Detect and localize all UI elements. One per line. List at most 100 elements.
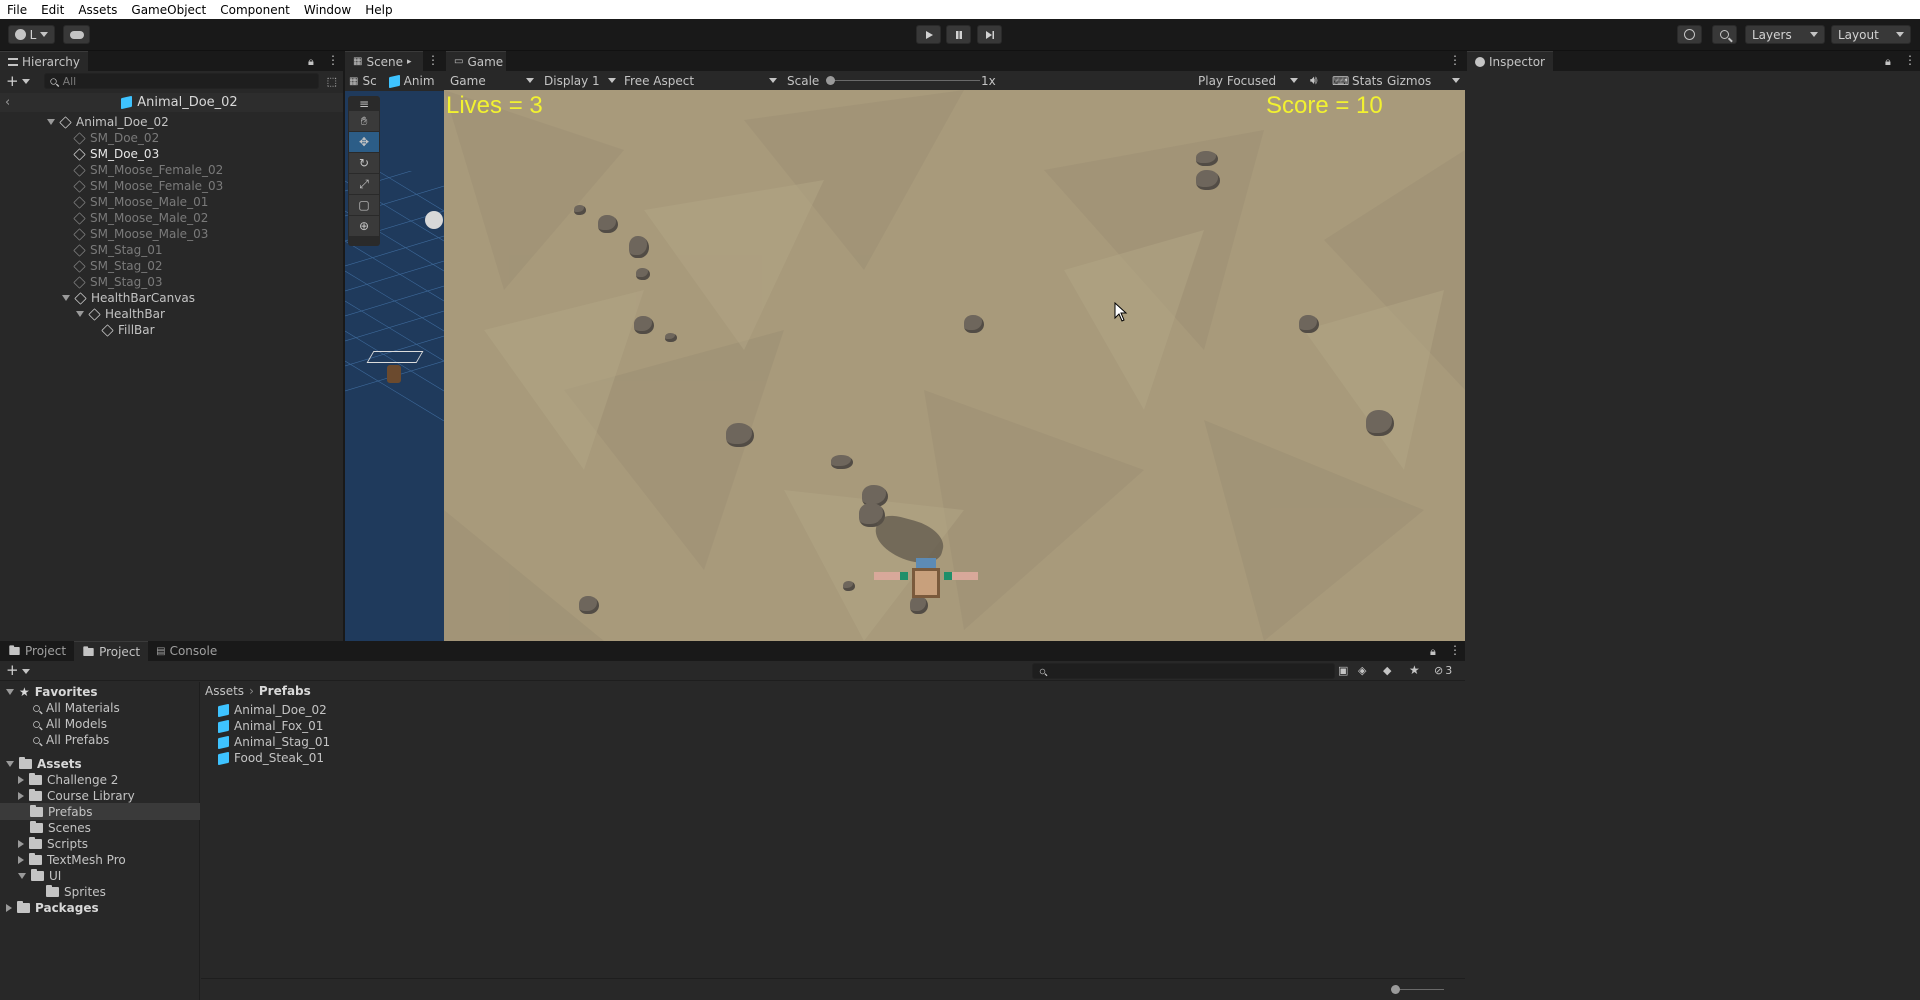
tab-game[interactable]: ▭ Game — [446, 51, 506, 71]
hierarchy-search-input[interactable]: All — [43, 73, 319, 89]
menu-edit[interactable]: Edit — [34, 3, 71, 17]
tree-item-sm-doe-02[interactable]: SM_Doe_02 — [73, 130, 159, 146]
favorite-all-prefabs[interactable]: All Prefabs — [32, 732, 109, 748]
favorite-all-materials[interactable]: All Materials — [32, 700, 120, 716]
lock-icon[interactable]: 🔒︎ — [1885, 55, 1891, 69]
keyboard-shortcuts-button[interactable]: ⌨︎ — [1332, 71, 1349, 90]
favorite-star-icon[interactable]: ★ — [1409, 663, 1420, 677]
expand-arrow-icon[interactable] — [6, 904, 12, 912]
folder-textmesh-pro[interactable]: TextMesh Pro — [18, 852, 126, 868]
more-options-icon[interactable]: ⋮ — [1449, 643, 1461, 657]
gizmos-dropdown[interactable] — [1452, 71, 1460, 90]
move-tool-button[interactable]: ✥ — [349, 132, 379, 152]
icon-size-slider-thumb[interactable] — [1391, 985, 1400, 994]
folder-sprites[interactable]: Sprites — [46, 884, 106, 900]
scale-slider-track[interactable] — [830, 80, 980, 81]
tab-hierarchy[interactable]: Hierarchy — [0, 51, 89, 71]
overflow-arrow-icon[interactable]: ▸ — [407, 57, 412, 67]
account-dropdown[interactable]: L — [8, 25, 55, 44]
pause-button[interactable] — [946, 25, 971, 44]
tree-item-animal-doe-02[interactable]: Animal_Doe_02 — [47, 114, 169, 130]
tab-console[interactable]: ▤ Console — [148, 641, 226, 661]
play-mode-select[interactable]: Play Focused — [1198, 71, 1298, 90]
tree-item-sm-moose-male-03[interactable]: SM_Moose_Male_03 — [73, 226, 208, 242]
scene-tools-icon[interactable]: ▦ — [349, 76, 358, 87]
tree-item-healthbar-canvas[interactable]: HealthBarCanvas — [62, 290, 195, 306]
asset-item-animal-stag-01[interactable]: Animal_Stag_01 — [218, 734, 330, 750]
tab-inspector[interactable]: Inspector — [1467, 51, 1553, 71]
scale-tool-button[interactable]: ⤢ — [349, 174, 379, 194]
step-button[interactable] — [977, 25, 1002, 44]
lock-icon[interactable]: 🔒︎ — [308, 55, 314, 69]
transform-tool-button[interactable]: ⊕ — [349, 216, 379, 236]
hand-tool-button[interactable]: ✋︎ — [349, 111, 379, 131]
scene-gizmo[interactable] — [425, 211, 443, 229]
expand-arrow-icon[interactable] — [18, 776, 24, 784]
favorites-header[interactable]: ★ Favorites — [6, 684, 97, 700]
menu-help[interactable]: Help — [358, 3, 399, 17]
scene-visibility-icon[interactable]: ⬚ — [327, 75, 337, 88]
layout-dropdown[interactable]: Layout — [1831, 25, 1911, 44]
expand-arrow-icon[interactable] — [18, 840, 24, 848]
menu-window[interactable]: Window — [297, 3, 358, 17]
tab-scene[interactable]: ▦ Scene ▸ — [345, 51, 423, 71]
expand-arrow-icon[interactable] — [6, 761, 14, 767]
asset-item-animal-fox-01[interactable]: Animal_Fox_01 — [218, 718, 323, 734]
play-button[interactable] — [916, 25, 941, 44]
tree-item-sm-moose-female-03[interactable]: SM_Moose_Female_03 — [73, 178, 223, 194]
menu-component[interactable]: Component — [213, 3, 297, 17]
expand-arrow-icon[interactable] — [18, 856, 24, 864]
create-asset-icon[interactable]: + — [6, 661, 19, 679]
search-button[interactable] — [1712, 25, 1737, 44]
asset-item-food-steak-01[interactable]: Food_Steak_01 — [218, 750, 324, 766]
rect-tool-button[interactable]: ▢ — [349, 195, 379, 215]
more-options-icon[interactable]: ⋮ — [427, 53, 439, 67]
chevron-down-icon[interactable] — [22, 669, 30, 674]
layers-dropdown[interactable]: Layers — [1745, 25, 1825, 44]
expand-arrow-icon[interactable] — [47, 119, 55, 125]
scale-slider-thumb[interactable] — [826, 76, 835, 85]
expand-arrow-icon[interactable] — [62, 295, 70, 301]
cloud-button[interactable] — [63, 25, 90, 44]
mute-audio-button[interactable]: 🔊︎ — [1310, 71, 1318, 90]
scene-viewport[interactable]: ≡ ✋︎ ✥ ↻ ⤢ ▢ ⊕ — [345, 91, 444, 641]
tab-project-2[interactable]: Project — [74, 641, 149, 661]
expand-arrow-icon[interactable] — [18, 873, 26, 879]
expand-arrow-icon[interactable] — [6, 689, 14, 695]
tree-item-sm-stag-02[interactable]: SM_Stag_02 — [73, 258, 163, 274]
tree-item-sm-moose-female-02[interactable]: SM_Moose_Female_02 — [73, 162, 223, 178]
palette-handle[interactable]: ≡ — [349, 97, 379, 111]
expand-arrow-icon[interactable] — [18, 792, 24, 800]
menu-assets[interactable]: Assets — [71, 3, 124, 17]
menu-file[interactable]: File — [0, 3, 34, 17]
history-button[interactable] — [1677, 25, 1702, 44]
tree-item-sm-doe-03[interactable]: SM_Doe_03 — [73, 146, 159, 162]
aspect-select[interactable]: Free Aspect — [624, 71, 777, 90]
tree-item-fillbar[interactable]: FillBar — [101, 322, 155, 338]
tag-icon[interactable]: ◆ — [1383, 664, 1391, 677]
folder-scenes[interactable]: Scenes — [30, 820, 91, 836]
asset-item-animal-doe-02[interactable]: Animal_Doe_02 — [218, 702, 327, 718]
icon-size-slider-track[interactable] — [1394, 989, 1444, 990]
game-viewport[interactable]: Lives = 3 Score = 10 — [444, 90, 1465, 641]
stats-button[interactable]: Stats — [1352, 71, 1383, 90]
folder-scripts[interactable]: Scripts — [18, 836, 88, 852]
expand-arrow-icon[interactable] — [76, 311, 84, 317]
more-options-icon[interactable]: ⋮ — [1904, 53, 1916, 67]
tree-item-sm-moose-male-02[interactable]: SM_Moose_Male_02 — [73, 210, 208, 226]
tree-item-sm-moose-male-01[interactable]: SM_Moose_Male_01 — [73, 194, 208, 210]
display-select[interactable]: Display 1 — [544, 71, 616, 90]
assets-folder[interactable]: Assets — [6, 756, 82, 772]
project-search-input[interactable] — [1032, 663, 1335, 679]
folder-course-library[interactable]: Course Library — [18, 788, 135, 804]
gizmos-button[interactable]: Gizmos — [1387, 71, 1431, 90]
chevron-down-icon[interactable] — [21, 78, 30, 84]
back-arrow-icon[interactable]: ‹ — [5, 95, 10, 110]
hidden-packages-toggle[interactable]: ⊘ 3 — [1434, 664, 1452, 677]
rotate-tool-button[interactable]: ↻ — [349, 153, 379, 173]
folder-ui[interactable]: UI — [18, 868, 61, 884]
search-by-type-icon[interactable]: ▣ — [1338, 664, 1348, 677]
tree-item-healthbar[interactable]: HealthBar — [76, 306, 165, 322]
search-by-label-icon[interactable]: ◈ — [1358, 664, 1366, 677]
lock-icon[interactable]: 🔒︎ — [1430, 645, 1436, 659]
